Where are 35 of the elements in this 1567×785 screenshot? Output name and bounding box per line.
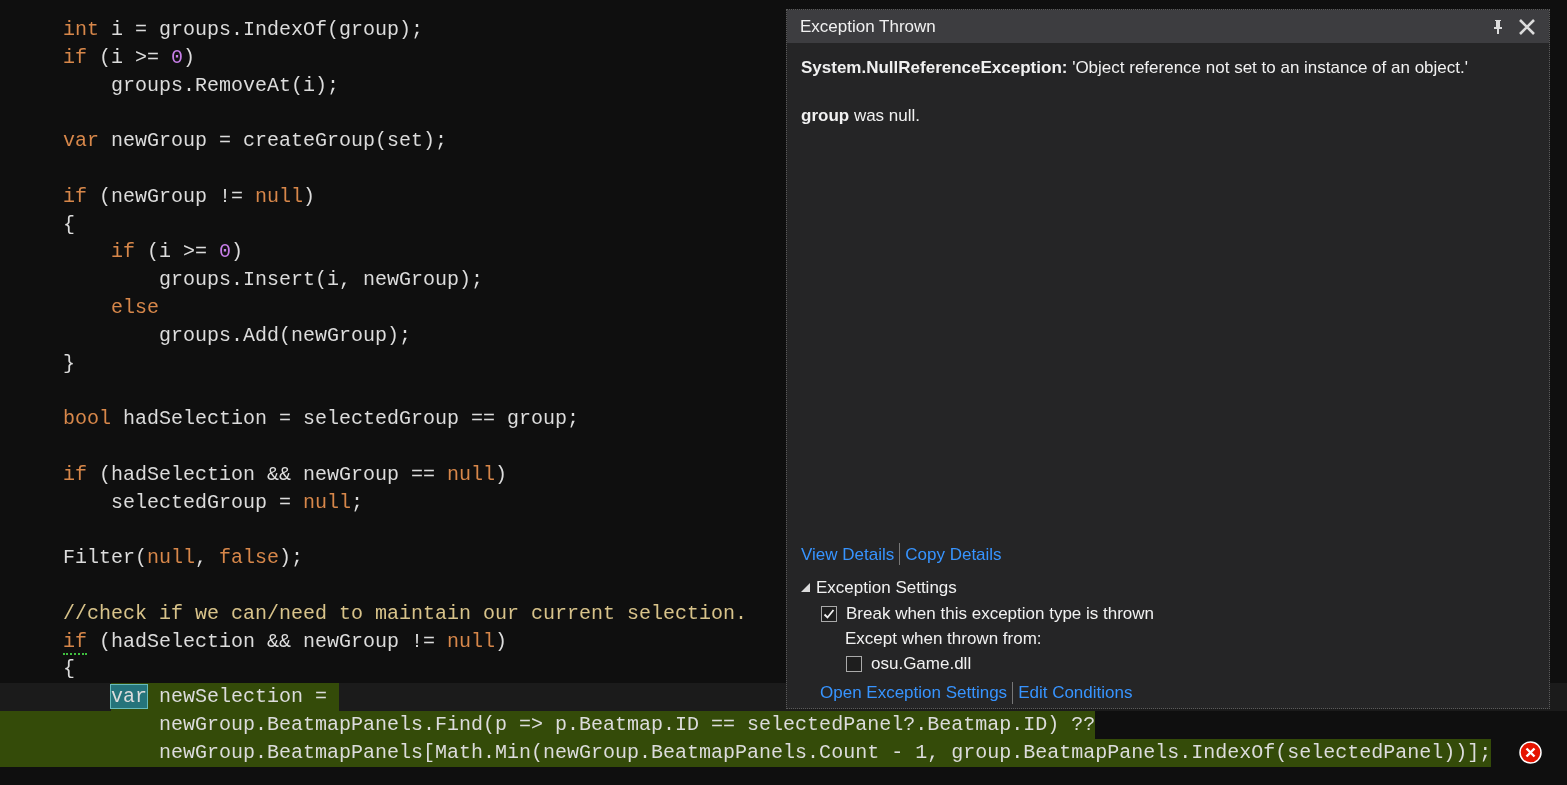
checkbox-label: osu.Game.dll [871, 652, 972, 675]
popup-title: Exception Thrown [800, 15, 937, 38]
code-line: if (newGroup != null) [63, 183, 316, 210]
code-line: //check if we can/need to maintain our current selection. [63, 600, 748, 627]
link[interactable]: View Details [801, 541, 895, 567]
code-line: selectedGroup = null; [110, 489, 364, 516]
code-line: groups.RemoveAt(i); [110, 72, 340, 99]
exception-message: System.NullReferenceException: 'Object reference not set to an instance of an object.' [801, 57, 1469, 79]
code-line: Filter(null, false); [63, 545, 304, 572]
code-line: else [110, 294, 160, 321]
code-line: bool hadSelection = selectedGroup == group; [63, 406, 580, 433]
link[interactable]: Open Exception Settings [820, 680, 1008, 706]
checkbox[interactable] [846, 655, 862, 672]
except-label: Except when thrown from: [845, 628, 1043, 650]
code-line: groups.Add(newGroup); [158, 322, 412, 349]
checkbox[interactable] [821, 605, 837, 622]
link[interactable]: Edit Conditions [1018, 680, 1133, 706]
error-icon [1519, 741, 1542, 764]
exception-detail: group was null. [801, 105, 922, 127]
code-line: { [63, 656, 75, 683]
expanded-triangle-icon[interactable] [801, 583, 810, 592]
section-header[interactable]: Exception Settings [816, 574, 957, 601]
code-line: if (hadSelection && newGroup != null) [63, 628, 508, 656]
code-line: } [63, 350, 75, 377]
close-icon[interactable] [1518, 17, 1536, 36]
code-line: int i = groups.IndexOf(group); [63, 17, 424, 43]
checkbox-label: Break when this exception type is thrown [846, 602, 1155, 625]
code-line: groups.Insert(i, newGroup); [158, 267, 484, 294]
link[interactable]: Copy Details [905, 541, 1002, 567]
code-line: if (hadSelection && newGroup == null) [63, 461, 508, 488]
code-line: if (i >= 0) [63, 44, 196, 71]
code-line: var newGroup = createGroup(set); [63, 128, 448, 155]
pin-icon[interactable] [1492, 18, 1504, 35]
code-line: { [63, 211, 75, 238]
code-line: if (i >= 0) [110, 239, 244, 266]
